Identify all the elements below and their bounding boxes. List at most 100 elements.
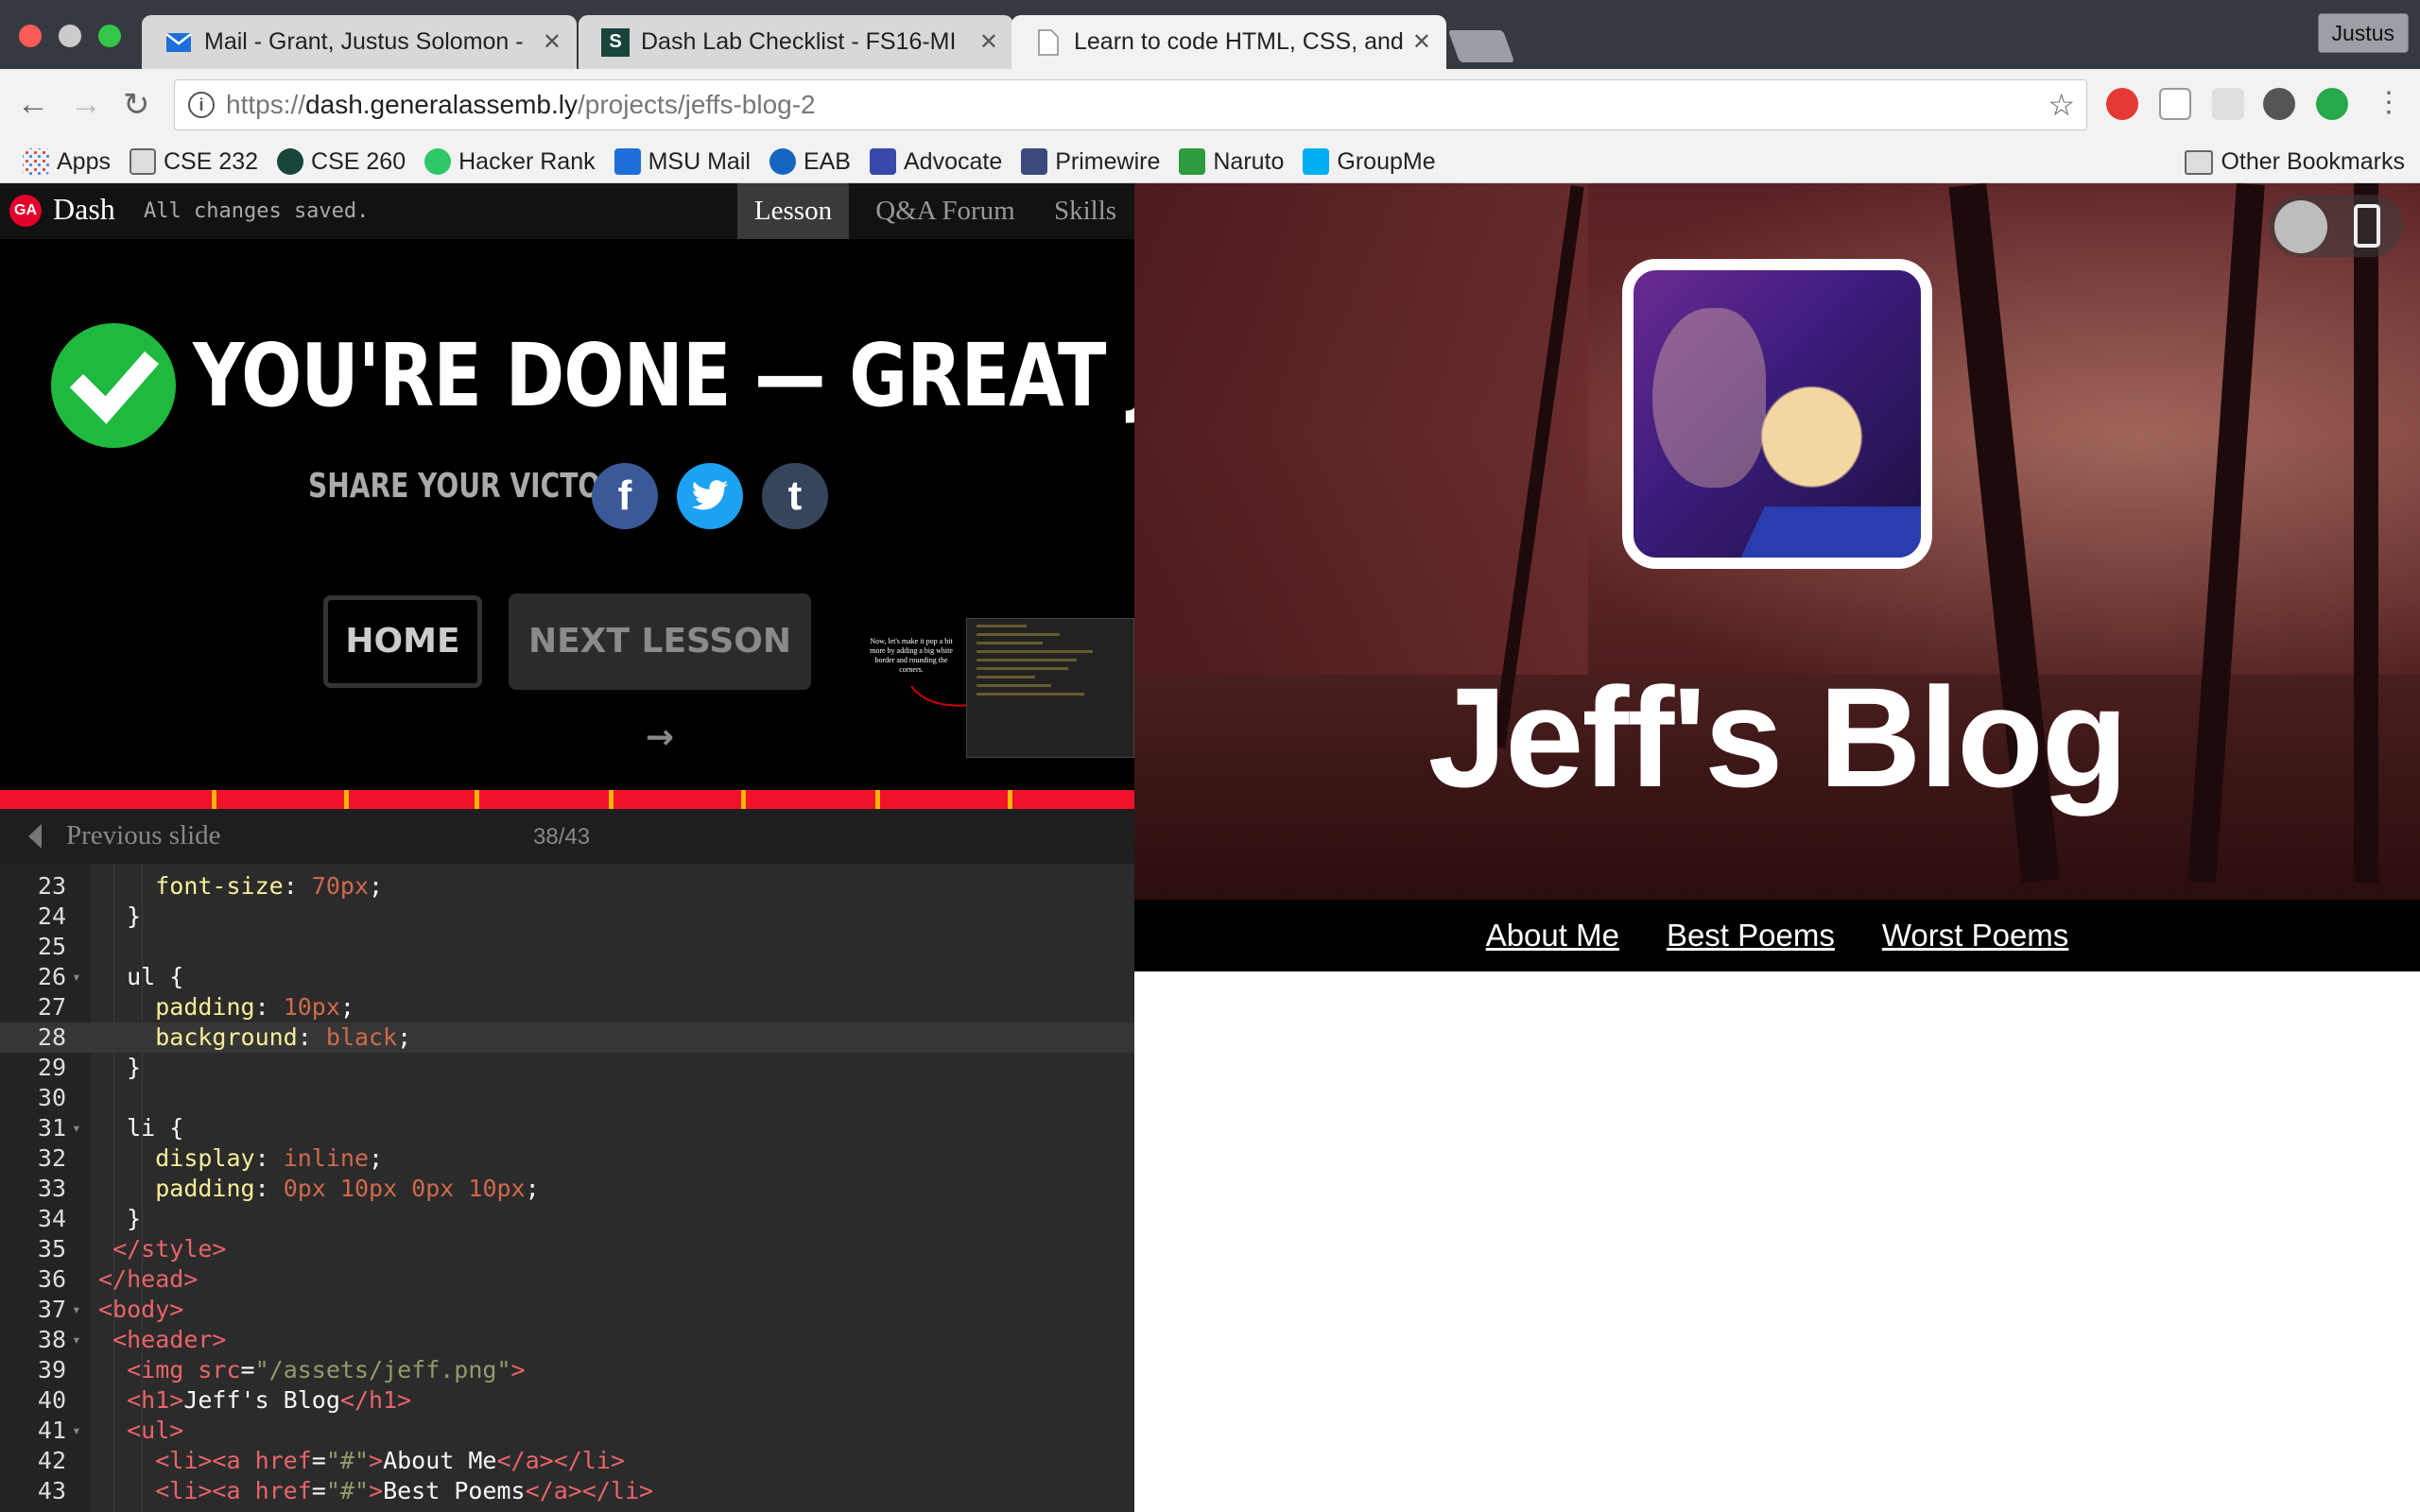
slide-preview-thumbnail[interactable] <box>966 618 1134 758</box>
other-bookmarks[interactable]: Other Bookmarks <box>2185 148 2405 176</box>
code-token: px <box>297 1175 340 1202</box>
line-number: 37 <box>37 1296 66 1323</box>
other-bookmarks-label: Other Bookmarks <box>2221 148 2405 175</box>
tumblr-share-button[interactable]: t <box>762 463 828 529</box>
bookmark-primewire[interactable]: Primewire <box>1021 148 1160 176</box>
code-line[interactable]: 27 padding: 10px; <box>0 992 1134 1022</box>
lesson-progress-bar[interactable] <box>0 790 1134 809</box>
line-number: 29 <box>37 1054 66 1081</box>
code-line[interactable]: 31 ▾ li { <box>0 1113 1134 1143</box>
code-token: px <box>369 1175 412 1202</box>
code-line[interactable]: 23 font-size: 70px; <box>0 871 1134 902</box>
bookmark-star-icon[interactable]: ☆ <box>2048 80 2075 129</box>
nav-worst-poems[interactable]: Worst Poems <box>1882 918 2068 954</box>
code-text: padding: 10px; <box>98 992 354 1022</box>
next-lesson-button[interactable]: NEXT LESSON → <box>509 593 811 757</box>
code-text: <ul> <box>98 1416 183 1446</box>
checkmark-icon <box>51 323 176 448</box>
tab-lesson[interactable]: Lesson <box>737 183 849 239</box>
profile-button[interactable]: Justus <box>2317 13 2409 53</box>
code-token: Jeff's Blog <box>183 1386 340 1414</box>
device-preview-toggle[interactable] <box>2269 195 2403 257</box>
maximize-window-button[interactable] <box>98 25 121 47</box>
wordpress-extension-icon[interactable] <box>2263 88 2295 120</box>
code-token: <li><a <box>155 1477 255 1504</box>
line-number: 24 <box>37 902 66 930</box>
reload-icon[interactable]: ↻ <box>123 86 150 124</box>
code-line[interactable]: 26 ▾ ul { <box>0 962 1134 992</box>
app-name[interactable]: Dash <box>53 192 115 227</box>
code-line[interactable]: 33 padding: 0px 10px 0px 10px; <box>0 1174 1134 1204</box>
facebook-share-button[interactable]: f <box>592 463 658 529</box>
tab-dash-lesson[interactable]: Learn to code HTML, CSS, and ✕ <box>1011 15 1446 69</box>
previous-arrow-icon[interactable] <box>28 824 42 849</box>
nav-about-me[interactable]: About Me <box>1486 918 1619 954</box>
fold-arrow-icon[interactable]: ▾ <box>72 1416 81 1446</box>
line-number: 34 <box>37 1205 66 1232</box>
tab-checklist[interactable]: S Dash Lab Checklist - FS16-MI ✕ <box>579 15 1013 69</box>
line-number: 23 <box>37 872 66 900</box>
fold-arrow-icon[interactable]: ▾ <box>72 962 81 992</box>
code-line[interactable]: 30 <box>0 1083 1134 1113</box>
site-info-icon[interactable]: i <box>188 92 215 118</box>
drive-extension-icon[interactable] <box>2212 88 2244 120</box>
back-arrow-icon[interactable]: ← <box>17 86 49 123</box>
bookmark-msu-mail[interactable]: MSU Mail <box>614 148 751 176</box>
fold-arrow-icon[interactable]: ▾ <box>72 1295 81 1325</box>
bookmark-groupme[interactable]: GroupMe <box>1303 148 1436 176</box>
code-line[interactable]: 24 } <box>0 902 1134 932</box>
code-line[interactable]: 32 display: inline; <box>0 1143 1134 1174</box>
close-tab-icon[interactable]: ✕ <box>1412 28 1431 56</box>
code-line[interactable]: 41 ▾ <ul> <box>0 1416 1134 1446</box>
code-line[interactable]: 38 ▾ <header> <box>0 1325 1134 1355</box>
id-extension-icon[interactable] <box>2316 88 2348 120</box>
new-tab-button[interactable] <box>1447 30 1515 62</box>
code-line[interactable]: 28 background: black; <box>0 1022 1134 1053</box>
code-token: 0 <box>283 1175 298 1202</box>
tab-mail[interactable]: Mail - Grant, Justus Solomon - ✕ <box>142 15 577 69</box>
code-line[interactable]: 25 <box>0 932 1134 962</box>
bookmark-apps[interactable]: Apps <box>23 148 111 176</box>
tab-skills[interactable]: Skills <box>1040 183 1131 239</box>
tab-qa-forum[interactable]: Q&A Forum <box>860 183 1030 239</box>
code-editor[interactable]: 23 font-size: 70px; 24 } 25 26 ▾ ul {27 padd… <box>0 864 1134 1512</box>
forward-arrow-icon[interactable]: → <box>70 86 102 123</box>
close-window-button[interactable] <box>19 25 42 47</box>
code-line[interactable]: 43 <li><a href="#">Best Poems</a></li> <box>0 1476 1134 1506</box>
address-bar[interactable]: i https://dash.generalassemb.ly/projects… <box>174 79 2087 130</box>
code-line[interactable]: 34 } <box>0 1204 1134 1234</box>
code-line[interactable]: 42 <li><a href="#">About Me</a></li> <box>0 1446 1134 1476</box>
code-line[interactable]: 39 <img src="/assets/jeff.png"> <box>0 1355 1134 1385</box>
fold-arrow-icon[interactable]: ▾ <box>72 1325 81 1355</box>
bookmark-cse260[interactable]: CSE 260 <box>277 148 406 176</box>
line-number: 31 <box>37 1114 66 1142</box>
code-line[interactable]: 35 </style> <box>0 1234 1134 1264</box>
nav-best-poems[interactable]: Best Poems <box>1667 918 1835 954</box>
code-line[interactable]: 40 <h1>Jeff's Blog</h1> <box>0 1385 1134 1416</box>
code-line[interactable]: 29 } <box>0 1053 1134 1083</box>
mobile-phone-icon <box>2354 204 2380 248</box>
code-token: black <box>325 1023 398 1051</box>
line-number: 35 <box>37 1235 66 1263</box>
code-text: </style> <box>98 1234 226 1264</box>
twitter-share-button[interactable] <box>677 463 743 529</box>
home-button[interactable]: HOME <box>323 595 482 688</box>
close-tab-icon[interactable]: ✕ <box>979 28 998 56</box>
code-token: : <box>254 993 284 1021</box>
bookmark-advocate[interactable]: Advocate <box>869 148 1002 176</box>
bookmark-naruto[interactable]: Naruto <box>1179 148 1284 176</box>
previous-slide-link[interactable]: Previous slide <box>66 820 221 851</box>
bookmark-cse232[interactable]: CSE 232 <box>129 148 258 176</box>
ga-logo[interactable]: GA <box>9 195 42 227</box>
minimize-window-button[interactable] <box>59 25 81 47</box>
fold-arrow-icon[interactable]: ▾ <box>72 1113 81 1143</box>
url-scheme: https:// <box>226 90 306 119</box>
document-extension-icon[interactable] <box>2159 88 2191 120</box>
adblock-extension-icon[interactable] <box>2106 88 2138 120</box>
close-tab-icon[interactable]: ✕ <box>543 28 562 56</box>
bookmark-eab[interactable]: EAB <box>769 148 851 176</box>
code-line[interactable]: 37 ▾ <body> <box>0 1295 1134 1325</box>
code-line[interactable]: 36 </head> <box>0 1264 1134 1295</box>
menu-icon[interactable]: ⋮ <box>2375 86 2403 119</box>
bookmark-hackerrank[interactable]: Hacker Rank <box>424 148 596 176</box>
